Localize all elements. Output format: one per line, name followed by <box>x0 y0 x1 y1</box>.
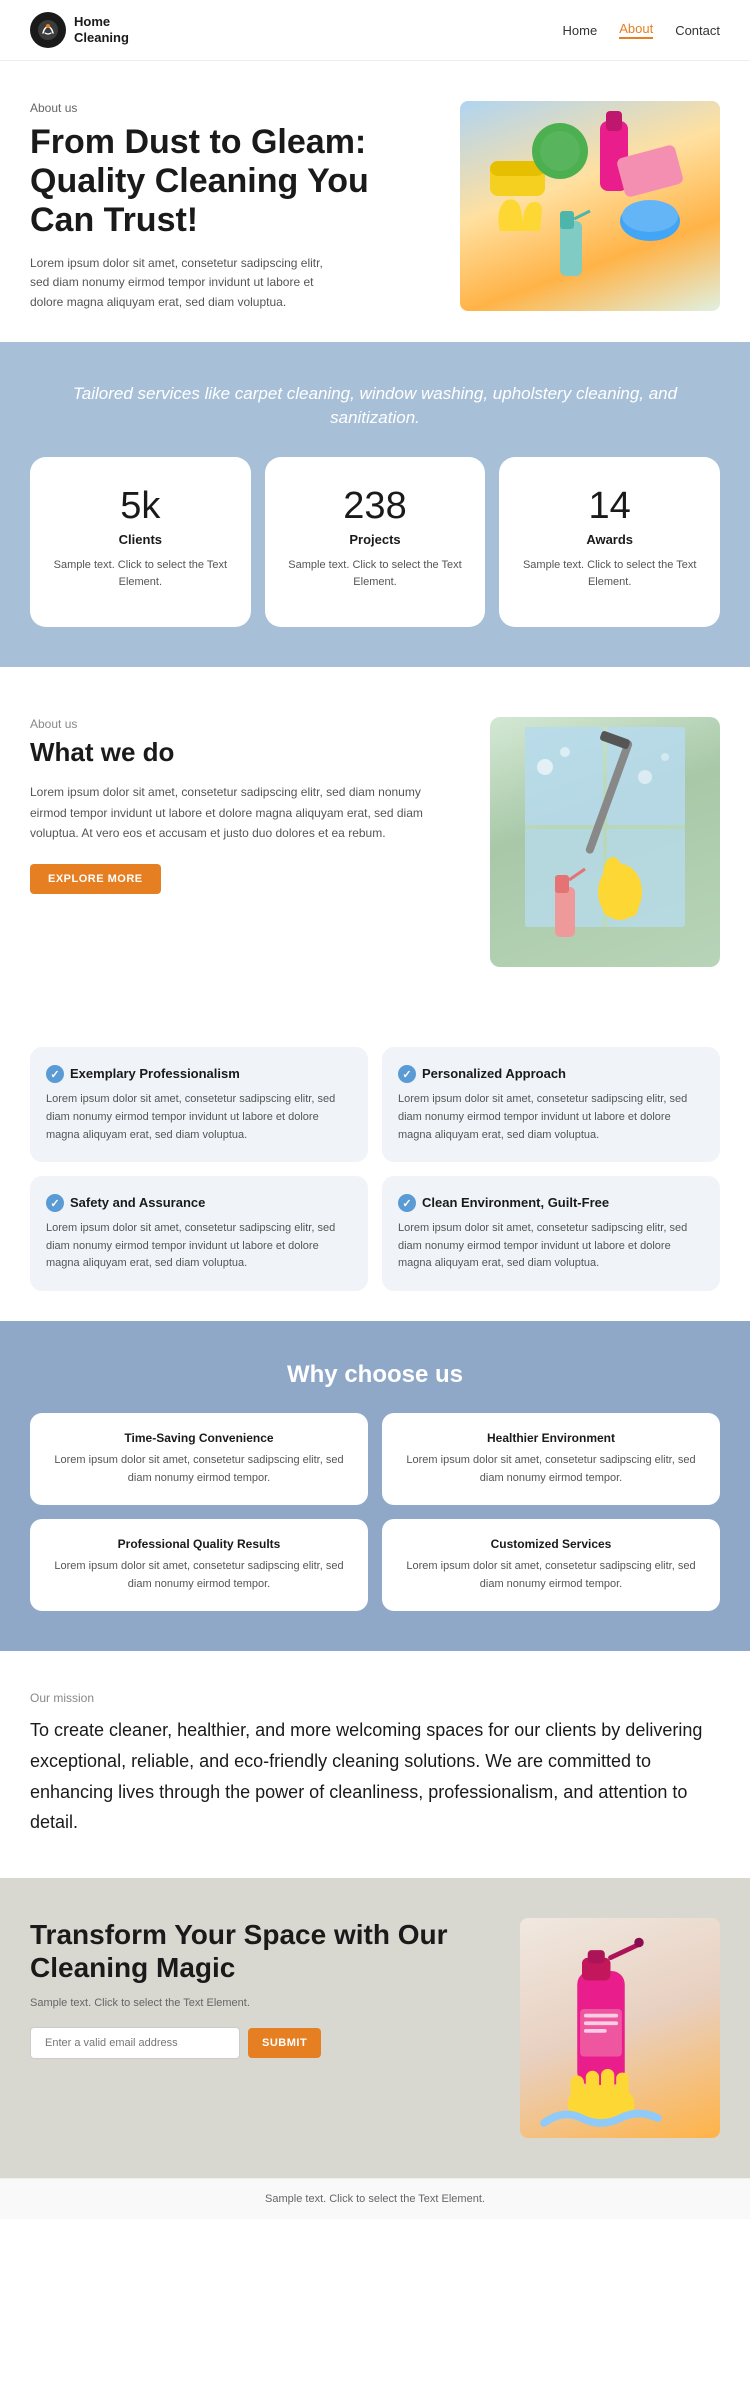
hero-section: About us From Dust to Gleam: Quality Cle… <box>0 61 750 342</box>
feature-desc-0: Lorem ipsum dolor sit amet, consetetur s… <box>46 1091 352 1144</box>
logo-label: Home Cleaning <box>74 14 129 45</box>
stat-label-clients: Clients <box>50 532 231 547</box>
stats-section: Tailored services like carpet cleaning, … <box>0 342 750 668</box>
what-title: What we do <box>30 737 460 768</box>
submit-button[interactable]: SUBMIT <box>248 2028 321 2058</box>
explore-more-button[interactable]: EXPLORE MORE <box>30 864 161 894</box>
cta-title: Transform Your Space with Our Cleaning M… <box>30 1918 500 1985</box>
feature-title-2: Safety and Assurance <box>70 1195 205 1212</box>
stat-number-projects: 238 <box>285 485 466 528</box>
cta-section: Transform Your Space with Our Cleaning M… <box>0 1878 750 2178</box>
why-card-desc-0: Lorem ipsum dolor sit amet, consetetur s… <box>46 1452 352 1487</box>
cta-illustration <box>525 1918 715 2138</box>
hero-content: About us From Dust to Gleam: Quality Cle… <box>30 101 440 312</box>
why-card-title-3: Customized Services <box>398 1537 704 1551</box>
mission-text: To create cleaner, healthier, and more w… <box>30 1715 720 1837</box>
why-card-title-0: Time-Saving Convenience <box>46 1431 352 1445</box>
feature-card-0: Exemplary Professionalism Lorem ipsum do… <box>30 1047 368 1162</box>
stat-number-awards: 14 <box>519 485 700 528</box>
stat-desc-projects: Sample text. Click to select the Text El… <box>285 557 466 590</box>
main-nav: Home About Contact <box>563 21 720 39</box>
why-card-desc-3: Lorem ipsum dolor sit amet, consetetur s… <box>398 1558 704 1593</box>
nav-home[interactable]: Home <box>563 23 598 38</box>
feature-desc-3: Lorem ipsum dolor sit amet, consetetur s… <box>398 1220 704 1273</box>
why-section: Why choose us Time-Saving Convenience Lo… <box>0 1321 750 1651</box>
what-label: About us <box>30 717 460 731</box>
hero-label: About us <box>30 101 440 115</box>
stat-desc-clients: Sample text. Click to select the Text El… <box>50 557 231 590</box>
what-illustration <box>505 717 705 967</box>
stat-card-clients: 5k Clients Sample text. Click to select … <box>30 457 251 627</box>
feature-check-3 <box>398 1194 416 1212</box>
nav-contact[interactable]: Contact <box>675 23 720 38</box>
why-card-desc-1: Lorem ipsum dolor sit amet, consetetur s… <box>398 1452 704 1487</box>
stat-label-awards: Awards <box>519 532 700 547</box>
nav-about[interactable]: About <box>619 21 653 39</box>
feature-check-2 <box>46 1194 64 1212</box>
feature-title-1: Personalized Approach <box>422 1066 566 1083</box>
logo[interactable]: Home Cleaning <box>30 12 129 48</box>
logo-icon <box>30 12 66 48</box>
mission-label: Our mission <box>30 1691 720 1705</box>
footer-note: Sample text. Click to select the Text El… <box>0 2178 750 2219</box>
features-section: Exemplary Professionalism Lorem ipsum do… <box>0 1017 750 1321</box>
stat-desc-awards: Sample text. Click to select the Text El… <box>519 557 700 590</box>
why-card-1: Healthier Environment Lorem ipsum dolor … <box>382 1413 720 1505</box>
hero-desc: Lorem ipsum dolor sit amet, consetetur s… <box>30 254 330 312</box>
why-card-desc-2: Lorem ipsum dolor sit amet, consetetur s… <box>46 1558 352 1593</box>
why-grid: Time-Saving Convenience Lorem ipsum dolo… <box>30 1413 720 1611</box>
cta-content: Transform Your Space with Our Cleaning M… <box>30 1918 500 2059</box>
email-input[interactable] <box>30 2027 240 2059</box>
what-desc: Lorem ipsum dolor sit amet, consetetur s… <box>30 782 460 843</box>
stats-tagline: Tailored services like carpet cleaning, … <box>30 382 720 430</box>
hero-image <box>460 101 720 311</box>
why-title: Why choose us <box>30 1361 720 1389</box>
stat-card-projects: 238 Projects Sample text. Click to selec… <box>265 457 486 627</box>
stat-label-projects: Projects <box>285 532 466 547</box>
feature-check-1 <box>398 1065 416 1083</box>
feature-card-1: Personalized Approach Lorem ipsum dolor … <box>382 1047 720 1162</box>
why-card-3: Customized Services Lorem ipsum dolor si… <box>382 1519 720 1611</box>
feature-desc-1: Lorem ipsum dolor sit amet, consetetur s… <box>398 1091 704 1144</box>
footer-sample-text: Sample text. Click to select the Text El… <box>265 2193 485 2205</box>
feature-card-3: Clean Environment, Guilt-Free Lorem ipsu… <box>382 1176 720 1291</box>
why-card-2: Professional Quality Results Lorem ipsum… <box>30 1519 368 1611</box>
stat-card-awards: 14 Awards Sample text. Click to select t… <box>499 457 720 627</box>
why-card-0: Time-Saving Convenience Lorem ipsum dolo… <box>30 1413 368 1505</box>
cta-image <box>520 1918 720 2138</box>
feature-title-3: Clean Environment, Guilt-Free <box>422 1195 609 1212</box>
cta-sample-text: Sample text. Click to select the Text El… <box>30 1997 500 2009</box>
stats-cards: 5k Clients Sample text. Click to select … <box>30 457 720 627</box>
what-image <box>490 717 720 967</box>
what-section: About us What we do Lorem ipsum dolor si… <box>0 667 750 1017</box>
feature-title-0: Exemplary Professionalism <box>70 1066 240 1083</box>
hero-illustration <box>460 101 720 311</box>
feature-check-0 <box>46 1065 64 1083</box>
feature-card-2: Safety and Assurance Lorem ipsum dolor s… <box>30 1176 368 1291</box>
what-content: About us What we do Lorem ipsum dolor si… <box>30 717 460 967</box>
feature-desc-2: Lorem ipsum dolor sit amet, consetetur s… <box>46 1220 352 1273</box>
hero-title: From Dust to Gleam: Quality Cleaning You… <box>30 123 440 240</box>
mission-section: Our mission To create cleaner, healthier… <box>0 1651 750 1877</box>
stat-number-clients: 5k <box>50 485 231 528</box>
why-card-title-2: Professional Quality Results <box>46 1537 352 1551</box>
cta-form: SUBMIT <box>30 2027 500 2059</box>
why-card-title-1: Healthier Environment <box>398 1431 704 1445</box>
